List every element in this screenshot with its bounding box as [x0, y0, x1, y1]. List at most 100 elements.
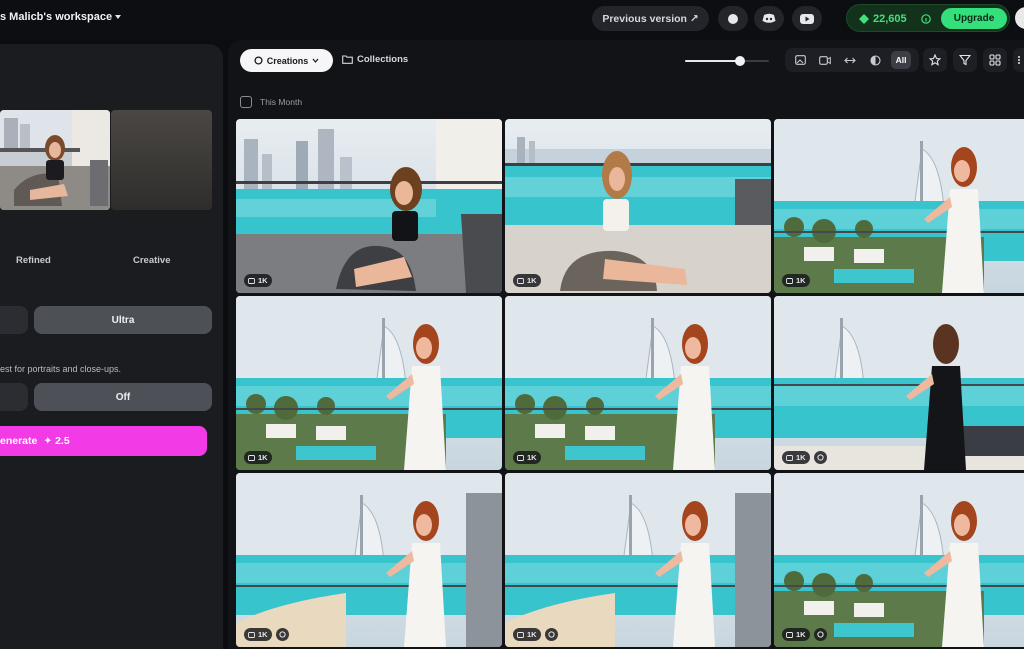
- credit-balance: 22,605: [873, 13, 907, 25]
- generated-image: [236, 119, 502, 293]
- resolution-label: 1K: [527, 276, 537, 285]
- top-bar: s Malicb's workspace Previous version ↗ …: [0, 0, 1024, 40]
- mode-creative[interactable]: Creative: [133, 246, 171, 274]
- image-icon: [517, 277, 524, 284]
- resolution-label: 1K: [258, 630, 268, 639]
- resolution-label: 1K: [258, 276, 268, 285]
- tile-badges: 1K: [244, 451, 272, 464]
- quality-option-previous[interactable]: [0, 306, 28, 334]
- generated-image: [774, 473, 1024, 647]
- quality-ultra-button[interactable]: Ultra: [34, 306, 212, 334]
- generated-image: [236, 473, 502, 647]
- model-icon: [813, 451, 827, 464]
- image-icon: [248, 277, 255, 284]
- generated-image: [505, 296, 771, 470]
- resolution-label: 1K: [796, 630, 806, 639]
- select-month-checkbox[interactable]: [240, 96, 252, 108]
- tile-badges: 1K: [513, 451, 541, 464]
- zoom-slider-knob[interactable]: [734, 56, 745, 66]
- youtube-icon: [800, 13, 814, 24]
- circle-icon: [728, 13, 738, 24]
- gallery-tile[interactable]: 1K: [236, 296, 502, 470]
- gallery-tile[interactable]: 1K: [505, 119, 771, 293]
- mode-refined[interactable]: Refined: [16, 246, 51, 274]
- section-title: This Month: [260, 97, 303, 107]
- grid-icon: [989, 54, 1001, 66]
- gallery-panel: Creations Collections All This Month 1K …: [228, 40, 1024, 649]
- workspace-title[interactable]: s Malicb's workspace: [0, 11, 112, 23]
- resolution-label: 1K: [258, 453, 268, 462]
- youtube-button[interactable]: [792, 6, 822, 31]
- generate-cost: ✦ 2.5: [43, 435, 70, 447]
- chevron-down-icon: [312, 58, 319, 63]
- section-header: This Month: [240, 96, 302, 108]
- creations-dropdown[interactable]: Creations: [240, 49, 333, 72]
- tile-badges: 1K: [244, 274, 272, 287]
- generate-label: enerate: [0, 435, 38, 447]
- tile-badges: 1K: [513, 274, 541, 287]
- gallery-tile[interactable]: 1K: [774, 473, 1024, 647]
- image-icon: [786, 631, 793, 638]
- zoom-slider-fill: [685, 60, 740, 62]
- gallery-tile[interactable]: 1K: [505, 473, 771, 647]
- contrast-icon: [869, 54, 881, 66]
- mode-selector: Refined Creative: [0, 246, 212, 274]
- reference-photo: [0, 110, 110, 210]
- resolution-badge: 1K: [513, 628, 541, 641]
- gem-icon: [859, 14, 869, 24]
- creations-label: Creations: [266, 55, 309, 66]
- image-icon: [786, 277, 793, 284]
- filter-contrast-button[interactable]: [865, 51, 885, 69]
- resolution-label: 1K: [796, 453, 806, 462]
- resolution-badge: 1K: [782, 274, 810, 287]
- generated-image: [505, 473, 771, 647]
- chevron-down-icon[interactable]: [114, 13, 122, 21]
- generate-button[interactable]: enerate ✦ 2.5: [0, 426, 207, 456]
- reference-image[interactable]: [0, 110, 110, 210]
- resolution-badge: 1K: [513, 274, 541, 287]
- grid-view-button[interactable]: [983, 48, 1007, 72]
- gallery-tile[interactable]: 1K: [236, 119, 502, 293]
- image-icon: [517, 631, 524, 638]
- filter-image-button[interactable]: [790, 51, 810, 69]
- collections-tab[interactable]: Collections: [342, 54, 408, 65]
- filter-button[interactable]: [953, 48, 977, 72]
- favorites-button[interactable]: [923, 48, 947, 72]
- generated-image: [505, 119, 771, 293]
- image-icon: [248, 631, 255, 638]
- generated-image: [774, 119, 1024, 293]
- credits-pill[interactable]: 22,605 Upgrade: [846, 4, 1010, 32]
- gallery-tile[interactable]: 1K: [774, 119, 1024, 293]
- gallery-tile[interactable]: 1K: [774, 296, 1024, 470]
- option-hint: est for portraits and close-ups.: [0, 364, 122, 374]
- gallery-tile[interactable]: 1K: [236, 473, 502, 647]
- resolution-label: 1K: [527, 630, 537, 639]
- resolution-badge: 1K: [782, 451, 810, 464]
- collections-label: Collections: [357, 54, 409, 65]
- more-icon: [1018, 56, 1020, 64]
- toggle-option-on[interactable]: [0, 383, 28, 411]
- gallery-tile[interactable]: 1K: [505, 296, 771, 470]
- filter-video-button[interactable]: [815, 51, 835, 69]
- upgrade-button[interactable]: Upgrade: [941, 8, 1007, 29]
- filter-arrows-button[interactable]: [840, 51, 860, 69]
- avatar[interactable]: [1015, 7, 1024, 29]
- resolution-badge: 1K: [244, 274, 272, 287]
- zoom-slider[interactable]: [685, 56, 769, 66]
- theme-toggle-button[interactable]: [718, 6, 748, 31]
- reference-image-secondary[interactable]: [111, 110, 212, 210]
- model-icon: [275, 628, 289, 641]
- view-filter-group: All: [785, 48, 919, 72]
- resolution-badge: 1K: [782, 628, 810, 641]
- tile-badges: 1K: [782, 628, 827, 641]
- filter-all-button[interactable]: All: [891, 51, 911, 69]
- image-icon: [794, 55, 806, 65]
- toggle-off-button[interactable]: Off: [34, 383, 212, 411]
- previous-version-button[interactable]: Previous version ↗: [592, 6, 709, 31]
- tile-badges: 1K: [513, 628, 558, 641]
- discord-icon: [762, 13, 776, 23]
- generation-panel: Refined Creative Ultra est for portraits…: [0, 44, 223, 649]
- generated-image: [774, 296, 1024, 470]
- discord-button[interactable]: [754, 6, 784, 31]
- more-options-button[interactable]: [1013, 48, 1024, 72]
